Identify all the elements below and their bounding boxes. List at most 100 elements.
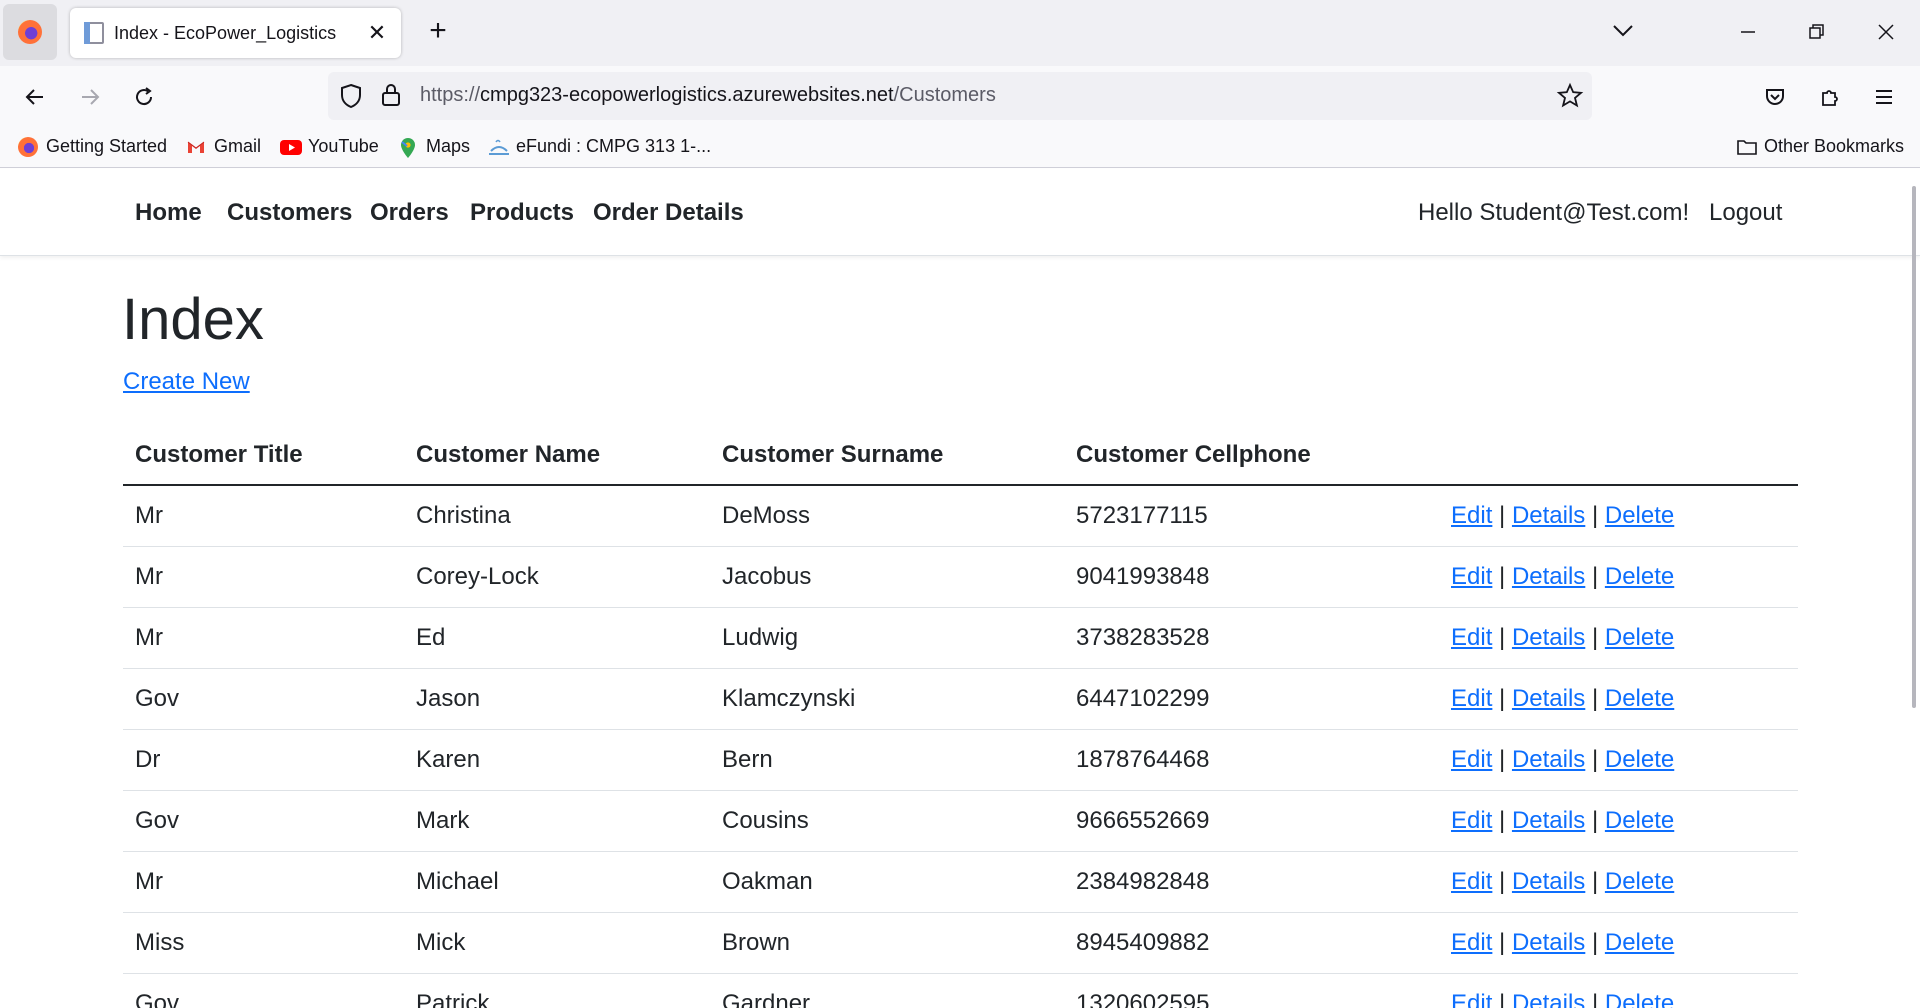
details-link[interactable]: Details xyxy=(1512,807,1585,834)
youtube-icon xyxy=(280,137,302,157)
table-row: Gov Jason Klamczynski 6447102299 Edit | Deta… xyxy=(123,668,1798,730)
address-bar[interactable]: https://cmpg323-ecopowerlogistics.azurew… xyxy=(328,72,1592,120)
edit-link[interactable]: Edit xyxy=(1451,685,1492,712)
cell-customer-title: Mr xyxy=(123,607,404,669)
edit-link[interactable]: Edit xyxy=(1451,746,1492,773)
nav-home-link[interactable]: Home xyxy=(135,199,202,227)
extensions-puzzle-icon[interactable] xyxy=(1811,78,1849,116)
action-separator: | xyxy=(1591,684,1599,712)
edit-link[interactable]: Edit xyxy=(1451,929,1492,956)
edit-link[interactable]: Edit xyxy=(1451,624,1492,651)
efundi-icon xyxy=(488,137,509,157)
bookmark-star-icon[interactable] xyxy=(1556,82,1584,115)
cell-actions: Edit | Details | Delete xyxy=(1439,668,1798,730)
create-new-link[interactable]: Create New xyxy=(123,368,250,396)
url-path: /Customers xyxy=(893,84,996,106)
delete-link[interactable]: Delete xyxy=(1605,624,1674,651)
gmail-icon xyxy=(186,137,206,157)
nav-customers-link[interactable]: Customers xyxy=(227,199,352,227)
action-separator: | xyxy=(1591,562,1599,590)
logout-button[interactable]: Logout xyxy=(1709,199,1782,227)
cell-customer-cellphone: 9041993848 xyxy=(1064,546,1439,608)
nav-order-details-link[interactable]: Order Details xyxy=(593,199,744,227)
tracking-shield-icon[interactable] xyxy=(338,82,364,115)
url-text[interactable]: https://cmpg323-ecopowerlogistics.azurew… xyxy=(420,84,996,107)
bookmark-gmail[interactable]: Gmail xyxy=(186,136,261,157)
bookmark-getting-started[interactable]: Getting Started xyxy=(18,136,167,157)
forward-arrow-icon[interactable] xyxy=(71,78,109,116)
maps-icon xyxy=(398,137,418,158)
table-row: Miss Mick Brown 8945409882 Edit | Details | … xyxy=(123,912,1798,974)
bookmark-maps[interactable]: Maps xyxy=(398,136,470,158)
delete-link[interactable]: Delete xyxy=(1605,868,1674,895)
close-tab-icon[interactable]: ✕ xyxy=(365,20,389,46)
details-link[interactable]: Details xyxy=(1512,868,1585,895)
cell-customer-name: Mick xyxy=(404,912,710,974)
list-tabs-chevron-down-icon[interactable] xyxy=(1608,16,1638,46)
action-separator: | xyxy=(1499,562,1506,590)
action-separator: | xyxy=(1499,623,1506,651)
details-link[interactable]: Details xyxy=(1512,990,1585,1008)
cell-customer-title: Mr xyxy=(123,851,404,913)
details-link[interactable]: Details xyxy=(1512,624,1585,651)
edit-link[interactable]: Edit xyxy=(1451,807,1492,834)
firefox-view-button[interactable] xyxy=(3,4,57,60)
cell-customer-title: Miss xyxy=(123,912,404,974)
details-link[interactable]: Details xyxy=(1512,502,1585,529)
edit-link[interactable]: Edit xyxy=(1451,563,1492,590)
action-separator: | xyxy=(1499,867,1506,895)
nav-products-link[interactable]: Products xyxy=(470,199,574,227)
pocket-icon[interactable] xyxy=(1756,78,1794,116)
browser-tab-active[interactable]: Index - EcoPower_Logistics ✕ xyxy=(70,8,401,58)
cell-customer-title: Dr xyxy=(123,729,404,791)
cell-customer-name: Michael xyxy=(404,851,710,913)
delete-link[interactable]: Delete xyxy=(1605,929,1674,956)
delete-link[interactable]: Delete xyxy=(1605,502,1674,529)
back-arrow-icon[interactable] xyxy=(16,78,54,116)
cell-customer-surname: Oakman xyxy=(710,851,1064,913)
action-separator: | xyxy=(1591,806,1599,834)
cell-customer-cellphone: 3738283528 xyxy=(1064,607,1439,669)
cell-customer-cellphone: 5723177115 xyxy=(1064,485,1439,547)
cell-customer-surname: Brown xyxy=(710,912,1064,974)
minimize-window-icon[interactable] xyxy=(1728,12,1768,52)
cell-actions: Edit | Details | Delete xyxy=(1439,546,1798,608)
menu-hamburger-icon[interactable] xyxy=(1865,78,1903,116)
delete-link[interactable]: Delete xyxy=(1605,990,1674,1008)
table-row: Dr Karen Bern 1878764468 Edit | Details | De… xyxy=(123,729,1798,791)
action-separator: | xyxy=(1591,501,1599,529)
delete-link[interactable]: Delete xyxy=(1605,746,1674,773)
details-link[interactable]: Details xyxy=(1512,746,1585,773)
bookmark-efundi[interactable]: eFundi : CMPG 313 1-... xyxy=(488,136,711,157)
cell-customer-title: Gov xyxy=(123,790,404,852)
firefox-icon xyxy=(18,136,38,157)
browser-tab-strip: Index - EcoPower_Logistics ✕ + xyxy=(0,0,1920,66)
cell-actions: Edit | Details | Delete xyxy=(1439,729,1798,791)
delete-link[interactable]: Delete xyxy=(1605,685,1674,712)
cell-actions: Edit | Details | Delete xyxy=(1439,485,1798,547)
other-bookmarks-label: Other Bookmarks xyxy=(1764,136,1905,156)
cell-customer-surname: Gardner xyxy=(710,973,1064,1008)
page-scrollbar[interactable] xyxy=(1912,186,1916,708)
edit-link[interactable]: Edit xyxy=(1451,868,1492,895)
lock-icon[interactable] xyxy=(380,82,402,113)
nav-orders-link[interactable]: Orders xyxy=(370,199,449,227)
details-link[interactable]: Details xyxy=(1512,563,1585,590)
new-tab-button[interactable]: + xyxy=(420,14,456,50)
action-separator: | xyxy=(1499,989,1506,1008)
reload-icon[interactable] xyxy=(125,78,163,116)
restore-window-icon[interactable] xyxy=(1797,12,1837,52)
column-header-actions xyxy=(1439,426,1798,486)
user-greeting[interactable]: Hello Student@Test.com! xyxy=(1418,199,1689,227)
edit-link[interactable]: Edit xyxy=(1451,990,1492,1008)
other-bookmarks-folder[interactable]: Other Bookmarks xyxy=(1736,136,1904,157)
bookmark-youtube[interactable]: YouTube xyxy=(280,136,379,157)
delete-link[interactable]: Delete xyxy=(1605,563,1674,590)
details-link[interactable]: Details xyxy=(1512,685,1585,712)
close-window-icon[interactable] xyxy=(1866,12,1906,52)
delete-link[interactable]: Delete xyxy=(1605,807,1674,834)
column-header-title: Customer Title xyxy=(123,426,404,486)
edit-link[interactable]: Edit xyxy=(1451,502,1492,529)
details-link[interactable]: Details xyxy=(1512,929,1585,956)
action-separator: | xyxy=(1499,684,1506,712)
